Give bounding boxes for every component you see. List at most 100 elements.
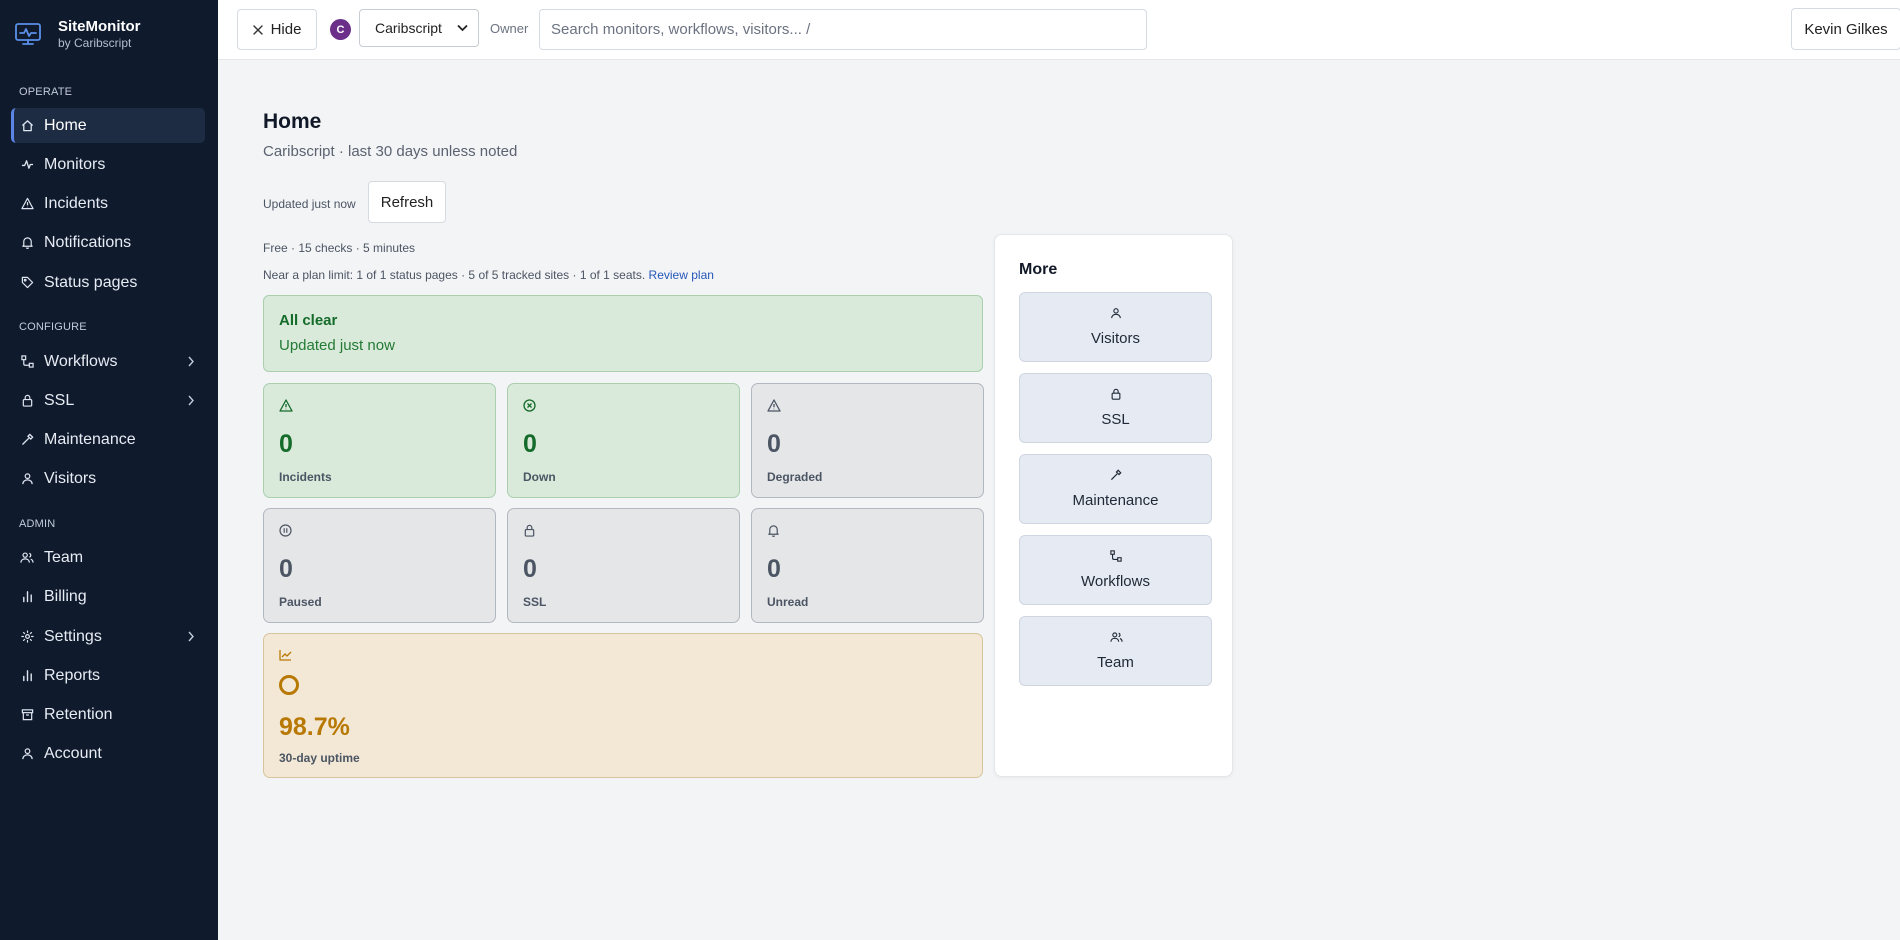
archive-icon bbox=[20, 708, 34, 722]
stat-label: Down bbox=[523, 470, 556, 484]
stat-card-down[interactable]: 0 Down bbox=[507, 383, 740, 498]
sidebar-item-label: Home bbox=[44, 116, 87, 134]
org-select-value: Caribscript bbox=[375, 20, 442, 36]
plan-limit-notice: Near a plan limit: 1 of 1 status pages ·… bbox=[263, 268, 714, 282]
sidebar-item-label: Incidents bbox=[44, 194, 109, 212]
section-label-admin: ADMIN bbox=[19, 518, 56, 530]
line-chart-icon bbox=[279, 649, 292, 661]
hide-sidebar-button[interactable]: Hide bbox=[237, 9, 317, 50]
user-icon bbox=[20, 747, 34, 761]
stat-card-degraded[interactable]: 0 Degraded bbox=[751, 383, 984, 498]
more-item-label: Workflows bbox=[1081, 573, 1150, 590]
sidebar-item-billing[interactable]: Billing bbox=[11, 579, 205, 614]
sidebar-item-maintenance[interactable]: Maintenance bbox=[11, 422, 205, 457]
stat-value: 0 bbox=[523, 555, 537, 583]
stat-card-ssl[interactable]: 0 SSL bbox=[507, 508, 740, 623]
org-select[interactable]: Caribscript bbox=[359, 9, 479, 47]
users-icon bbox=[1110, 631, 1123, 643]
sidebar-item-label: Visitors bbox=[44, 469, 97, 487]
page-title: Home bbox=[263, 110, 322, 133]
status-banner-title: All clear bbox=[279, 312, 338, 329]
sidebar-item-label: Retention bbox=[44, 705, 113, 723]
sidebar-item-retention[interactable]: Retention bbox=[11, 697, 205, 732]
topbar: Hide C Caribscript Owner Search monitors… bbox=[218, 0, 1900, 60]
user-icon bbox=[20, 472, 34, 486]
more-item-label: Team bbox=[1097, 654, 1134, 671]
stat-value: 0 bbox=[767, 555, 781, 583]
hide-label: Hide bbox=[270, 21, 302, 38]
sidebar-item-incidents[interactable]: Incidents bbox=[11, 186, 205, 221]
stat-value: 0 bbox=[767, 430, 781, 458]
sidebar-item-settings[interactable]: Settings bbox=[11, 619, 205, 654]
sidebar-item-reports[interactable]: Reports bbox=[11, 658, 205, 693]
user-name: Kevin Gilkes bbox=[1804, 20, 1888, 38]
users-icon bbox=[20, 551, 34, 565]
hammer-icon bbox=[20, 433, 34, 447]
uptime-card[interactable]: 98.7% 30-day uptime bbox=[263, 633, 983, 778]
stat-label: Unread bbox=[767, 595, 809, 609]
more-item-visitors[interactable]: Visitors bbox=[1019, 292, 1212, 362]
sidebar-item-label: Billing bbox=[44, 587, 87, 605]
sidebar-item-label: Notifications bbox=[44, 233, 132, 251]
bar-chart-icon bbox=[20, 669, 34, 683]
uptime-ring bbox=[279, 675, 299, 695]
section-label-configure: CONFIGURE bbox=[19, 321, 87, 333]
uptime-label: 30-day uptime bbox=[279, 751, 360, 765]
user-menu-button[interactable]: Kevin Gilkes bbox=[1791, 8, 1900, 50]
hammer-icon bbox=[1110, 469, 1122, 481]
sidebar-item-notifications[interactable]: Notifications bbox=[11, 225, 205, 260]
lock-icon bbox=[20, 394, 34, 408]
stat-label: Paused bbox=[279, 595, 322, 609]
refresh-button[interactable]: Refresh bbox=[368, 181, 446, 223]
more-item-ssl[interactable]: SSL bbox=[1019, 373, 1212, 443]
sidebar-item-label: Monitors bbox=[44, 155, 106, 173]
home-icon bbox=[20, 119, 34, 133]
stat-card-unread[interactable]: 0 Unread bbox=[751, 508, 984, 623]
chevron-right-icon bbox=[187, 395, 195, 406]
plan-summary: Free · 15 checks · 5 minutes bbox=[263, 241, 416, 255]
stat-card-incidents[interactable]: 0 Incidents bbox=[263, 383, 496, 498]
sidebar-item-ssl[interactable]: SSL bbox=[11, 383, 205, 418]
sidebar-item-account[interactable]: Account bbox=[11, 736, 205, 771]
brand[interactable]: SiteMonitor by Caribscript bbox=[14, 17, 141, 51]
stat-label: Incidents bbox=[279, 470, 332, 484]
chevron-right-icon bbox=[187, 631, 195, 642]
stat-label: SSL bbox=[523, 595, 547, 609]
page-subtitle: Caribscript · last 30 days unless noted bbox=[263, 143, 518, 160]
sidebar-item-label: Maintenance bbox=[44, 430, 136, 448]
app-name: SiteMonitor bbox=[58, 18, 141, 35]
chevron-right-icon bbox=[187, 356, 195, 367]
more-item-workflows[interactable]: Workflows bbox=[1019, 535, 1212, 605]
sidebar-item-team[interactable]: Team bbox=[11, 540, 205, 575]
updated-status: Updated just now bbox=[263, 197, 356, 211]
alert-triangle-icon bbox=[279, 399, 293, 412]
sidebar-item-monitors[interactable]: Monitors bbox=[11, 147, 205, 182]
review-plan-link[interactable]: Review plan bbox=[649, 268, 714, 282]
search-input[interactable]: Search monitors, workflows, visitors... … bbox=[539, 9, 1147, 50]
sidebar-item-workflows[interactable]: Workflows bbox=[11, 344, 205, 379]
status-banner: All clear Updated just now bbox=[263, 295, 983, 372]
org-avatar: C bbox=[330, 19, 351, 40]
more-item-maintenance[interactable]: Maintenance bbox=[1019, 454, 1212, 524]
more-item-team[interactable]: Team bbox=[1019, 616, 1212, 686]
sidebar-item-visitors[interactable]: Visitors bbox=[11, 461, 205, 496]
sidebar-item-label: Reports bbox=[44, 666, 101, 684]
sidebar-item-home[interactable]: Home bbox=[11, 108, 205, 143]
stat-label: Degraded bbox=[767, 470, 823, 484]
gear-icon bbox=[20, 630, 34, 644]
plan-limit-text: Near a plan limit: 1 of 1 status pages ·… bbox=[263, 268, 646, 282]
pause-circle-icon bbox=[279, 524, 292, 537]
stat-card-paused[interactable]: 0 Paused bbox=[263, 508, 496, 623]
search-placeholder: Search monitors, workflows, visitors... … bbox=[551, 21, 811, 38]
tag-icon bbox=[20, 276, 34, 290]
status-banner-subtitle: Updated just now bbox=[279, 337, 395, 354]
sidebar: SiteMonitor by Caribscript OPERATE Home … bbox=[0, 0, 218, 940]
sidebar-item-label: Team bbox=[44, 548, 84, 566]
lock-icon bbox=[1110, 388, 1122, 400]
bar-chart-icon bbox=[20, 590, 34, 604]
bell-icon bbox=[20, 236, 34, 250]
x-circle-icon bbox=[523, 399, 536, 412]
sidebar-item-status-pages[interactable]: Status pages bbox=[11, 265, 205, 300]
sidebar-item-label: Settings bbox=[44, 627, 102, 645]
more-item-label: Visitors bbox=[1091, 330, 1140, 347]
